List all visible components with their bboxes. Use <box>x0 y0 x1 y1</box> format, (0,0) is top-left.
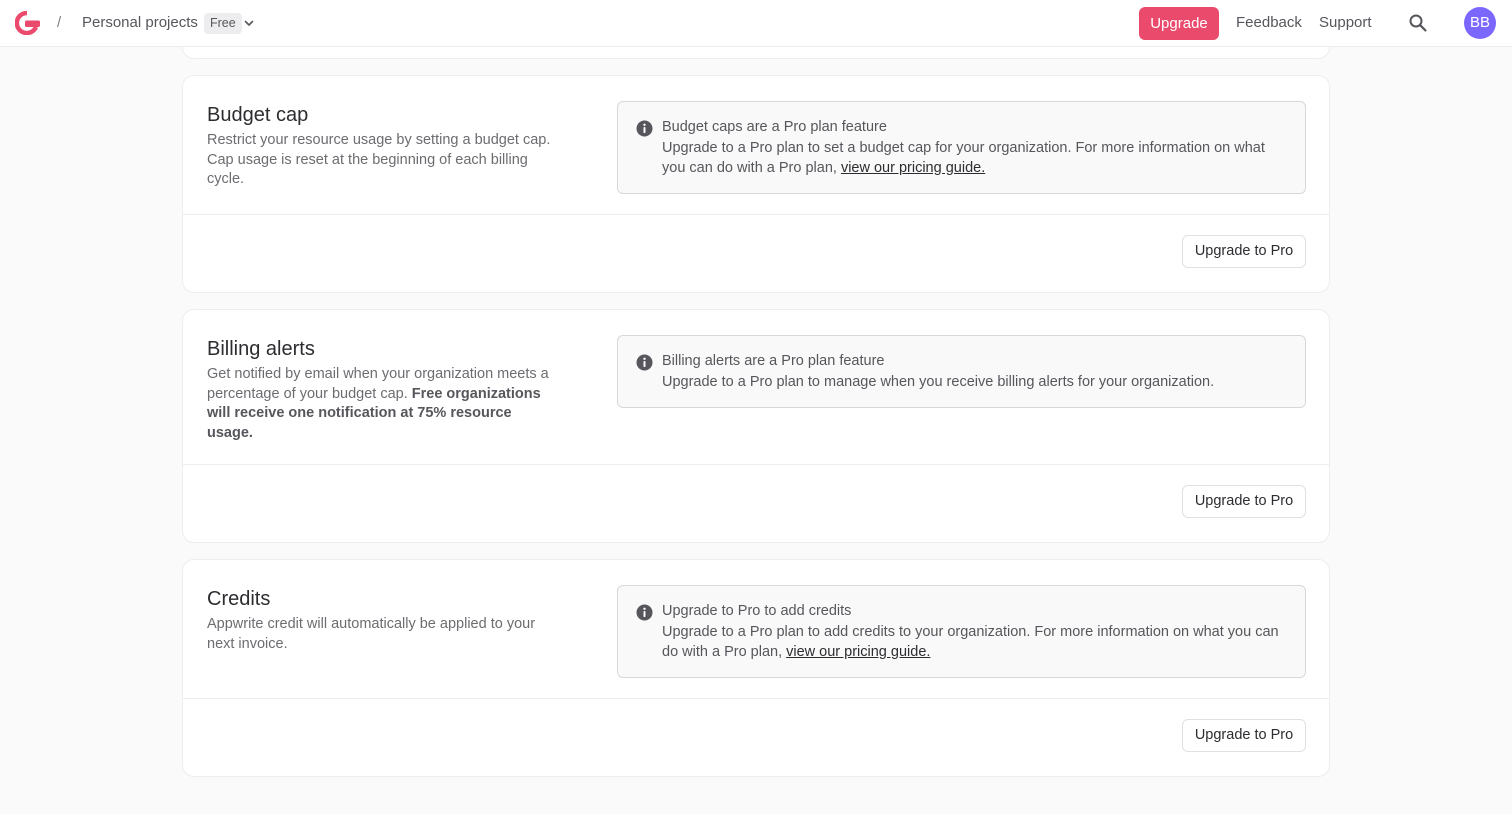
info-icon <box>636 354 653 371</box>
chevron-down-icon[interactable] <box>243 17 255 29</box>
pricing-guide-link[interactable]: view our pricing guide. <box>841 160 985 176</box>
top-header: / Personal projects Free Upgrade Feedbac… <box>0 0 1512 47</box>
credits-upgrade-to-pro-button[interactable]: Upgrade to Pro <box>1182 719 1306 752</box>
credits-title: Credits <box>207 588 271 610</box>
feedback-link[interactable]: Feedback <box>1236 14 1302 31</box>
billing-alerts-alert-body: Upgrade to a Pro plan to manage when you… <box>662 374 1215 390</box>
organization-name[interactable]: Personal projects <box>82 14 198 31</box>
card-divider <box>183 464 1329 465</box>
card-divider <box>183 214 1329 215</box>
billing-alerts-description: Get notified by email when your organiza… <box>207 365 552 443</box>
user-avatar[interactable]: BB <box>1464 7 1496 39</box>
card-divider <box>183 698 1329 699</box>
billing-alerts-upgrade-to-pro-button[interactable]: Upgrade to Pro <box>1182 485 1306 518</box>
budget-cap-alert-title: Budget caps are a Pro plan feature <box>662 119 887 135</box>
support-link[interactable]: Support <box>1319 14 1372 31</box>
breadcrumb-separator: / <box>57 14 62 31</box>
credits-alert-title: Upgrade to Pro to add credits <box>662 603 852 619</box>
credits-alert: Upgrade to Pro to add credits Upgrade to… <box>617 585 1306 678</box>
credits-alert-body: Upgrade to a Pro plan to add credits to … <box>662 623 1292 662</box>
credits-alert-text: Upgrade to a Pro plan to add credits to … <box>662 624 1279 660</box>
pricing-guide-link[interactable]: view our pricing guide. <box>786 644 930 660</box>
billing-alerts-card: Billing alerts Get notified by email whe… <box>182 309 1330 543</box>
plan-badge: Free <box>204 13 242 34</box>
info-icon <box>636 120 653 137</box>
upgrade-button[interactable]: Upgrade <box>1139 7 1219 40</box>
budget-cap-card: Budget cap Restrict your resource usage … <box>182 75 1330 293</box>
billing-alerts-alert-title: Billing alerts are a Pro plan feature <box>662 353 885 369</box>
credits-description: Appwrite credit will automatically be ap… <box>207 616 536 652</box>
budget-cap-description: Restrict your resource usage by setting … <box>207 132 551 187</box>
budget-cap-alert-body: Upgrade to a Pro plan to set a budget ca… <box>662 139 1292 178</box>
billing-alerts-alert: Billing alerts are a Pro plan feature Up… <box>617 335 1306 408</box>
budget-cap-upgrade-to-pro-button[interactable]: Upgrade to Pro <box>1182 235 1306 268</box>
info-icon <box>636 604 653 621</box>
appwrite-logo-icon[interactable] <box>15 11 41 35</box>
budget-cap-title: Budget cap <box>207 104 309 126</box>
billing-alerts-title: Billing alerts <box>207 338 315 360</box>
budget-cap-alert: Budget caps are a Pro plan feature Upgra… <box>617 101 1306 194</box>
search-icon[interactable] <box>1408 13 1428 33</box>
credits-card: Credits Appwrite credit will automatical… <box>182 559 1330 777</box>
